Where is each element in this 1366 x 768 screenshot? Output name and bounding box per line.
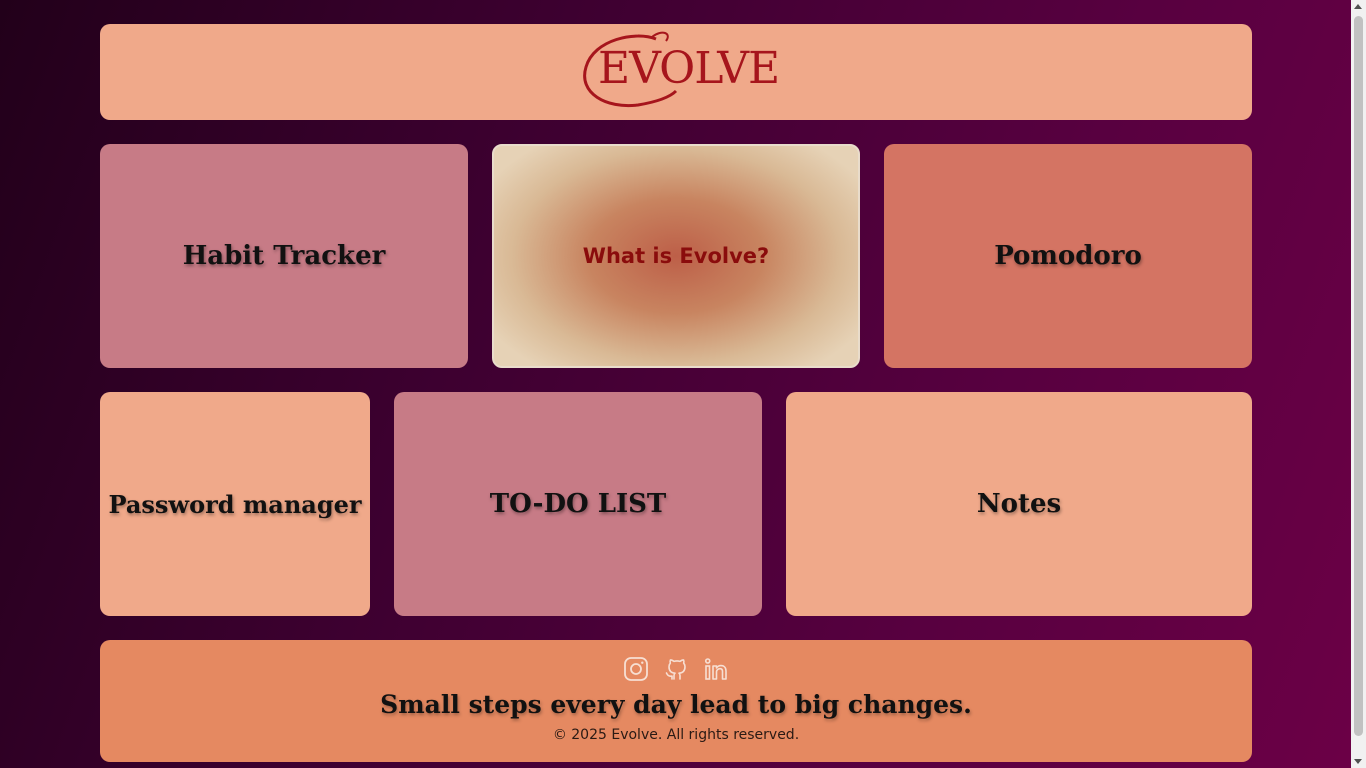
instagram-icon[interactable] <box>623 656 649 682</box>
scrollbar-thumb[interactable] <box>1354 16 1363 736</box>
card-title: What is Evolve? <box>582 244 770 268</box>
vertical-scrollbar[interactable] <box>1351 0 1366 768</box>
logo-text: EVOLVE <box>598 43 780 94</box>
footer-tagline: Small steps every day lead to big change… <box>380 690 972 719</box>
card-title: TO-DO LIST <box>489 489 667 519</box>
habit-tracker-card[interactable]: Habit Tracker <box>100 144 468 368</box>
pomodoro-card[interactable]: Pomodoro <box>884 144 1252 368</box>
site-header: EVOLVE <box>100 24 1252 120</box>
card-title: Habit Tracker <box>182 241 386 271</box>
github-icon[interactable] <box>663 656 689 682</box>
card-title: Password manager <box>108 489 362 519</box>
what-is-evolve-card[interactable]: What is Evolve? <box>492 144 860 368</box>
copyright-text: © 2025 Evolve. All rights reserved. <box>552 727 800 743</box>
card-title: Notes <box>976 489 1062 519</box>
card-title: Pomodoro <box>994 241 1142 271</box>
scroll-up-icon[interactable] <box>1354 4 1362 9</box>
scroll-down-icon[interactable] <box>1354 759 1362 764</box>
evolve-logo[interactable]: EVOLVE <box>576 27 780 117</box>
social-links <box>100 656 1252 682</box>
notes-card[interactable]: Notes <box>786 392 1252 616</box>
password-manager-card[interactable]: Password manager <box>100 392 370 616</box>
todo-list-card[interactable]: TO-DO LIST <box>394 392 762 616</box>
linkedin-icon[interactable] <box>703 656 729 682</box>
site-footer: Small steps every day lead to big change… <box>100 640 1252 762</box>
